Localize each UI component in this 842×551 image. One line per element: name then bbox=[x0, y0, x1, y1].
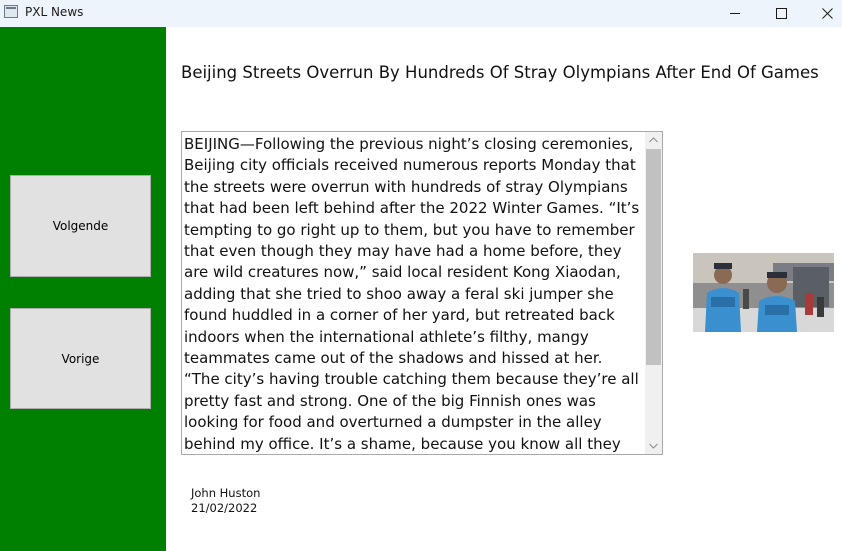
article-headline: Beijing Streets Overrun By Hundreds Of S… bbox=[181, 63, 819, 82]
article-image bbox=[693, 253, 834, 332]
chevron-up-icon[interactable] bbox=[645, 132, 662, 148]
chevron-down-icon[interactable] bbox=[645, 438, 662, 454]
maximize-icon bbox=[775, 8, 787, 19]
next-button[interactable]: Volgende bbox=[10, 175, 151, 277]
previous-button[interactable]: Vorige bbox=[10, 308, 151, 409]
close-icon bbox=[821, 8, 833, 19]
title-bar: PXL News bbox=[0, 0, 842, 27]
scrollbar-thumb[interactable] bbox=[646, 149, 661, 365]
vertical-scrollbar[interactable] bbox=[645, 132, 662, 454]
minimize-button[interactable] bbox=[712, 0, 758, 27]
app-window-icon bbox=[4, 5, 18, 18]
maximize-button[interactable] bbox=[758, 0, 804, 27]
article-author: John Huston bbox=[191, 486, 261, 500]
article-body-text: BEIJING—Following the previous night’s c… bbox=[184, 135, 640, 453]
sidebar: Volgende Vorige bbox=[0, 27, 166, 551]
article-meta: John Huston 21/02/2022 bbox=[191, 486, 260, 516]
article-date: 21/02/2022 bbox=[191, 501, 258, 515]
minimize-icon bbox=[730, 13, 740, 14]
close-button[interactable] bbox=[804, 0, 842, 27]
window-title: PXL News bbox=[25, 5, 84, 19]
article-body-textbox[interactable]: BEIJING—Following the previous night’s c… bbox=[181, 131, 663, 455]
